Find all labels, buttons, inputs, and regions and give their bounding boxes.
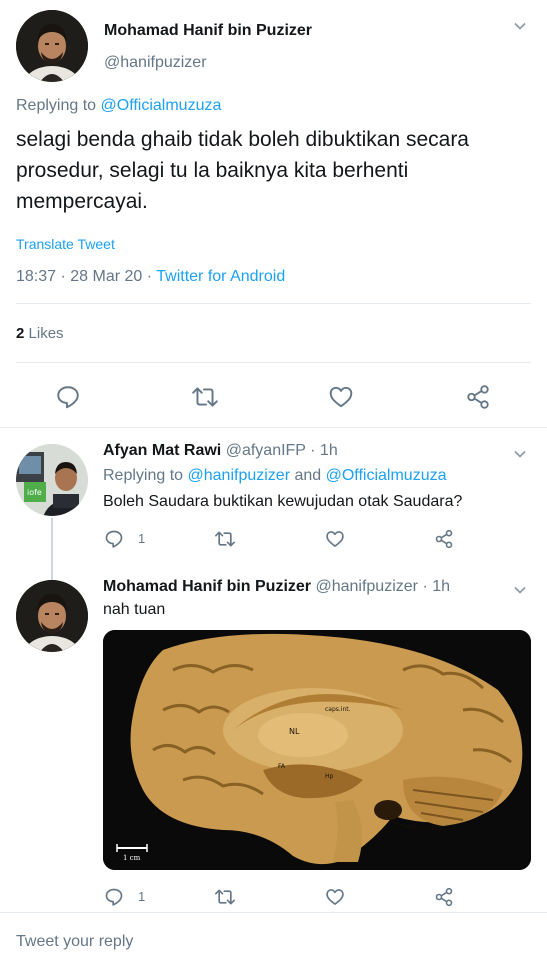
thread-line xyxy=(51,518,53,580)
replying-label: Replying to xyxy=(16,97,101,114)
reply-author-handle[interactable]: @hanifpuzizer xyxy=(315,578,418,595)
reply-compose-bar[interactable]: Tweet your reply xyxy=(0,912,547,960)
tweet-source-link[interactable]: Twitter for Android xyxy=(156,268,285,285)
retweet-icon[interactable] xyxy=(214,887,236,907)
author-avatar[interactable] xyxy=(16,10,88,82)
reply-icon[interactable] xyxy=(104,529,124,549)
tweet-text: selagi benda ghaib tidak boleh dibuktika… xyxy=(16,128,469,213)
header-separator: · xyxy=(310,442,316,459)
label-scale: 1 cm xyxy=(123,854,141,862)
reply-icon[interactable] xyxy=(55,384,81,410)
share-icon[interactable] xyxy=(465,384,491,410)
reply-author-avatar[interactable] xyxy=(16,580,88,652)
likes-label: Likes xyxy=(28,325,64,342)
likes-number: 2 xyxy=(16,325,25,342)
reply-input[interactable]: Tweet your reply xyxy=(16,933,133,951)
replying-to: Replying to @hanifpuzizer and @Officialm… xyxy=(103,467,446,485)
replying-and: and xyxy=(290,467,326,484)
meta-separator: · xyxy=(146,268,153,285)
replying-to: Replying to @Officialmuzuza xyxy=(16,97,221,115)
label-caps-int: caps.int. xyxy=(325,706,351,713)
reply-count: 1 xyxy=(138,531,146,546)
divider xyxy=(16,362,531,363)
tweet-date: 28 Mar 20 xyxy=(70,268,143,285)
brain-image[interactable]: caps.int. NL FA Hp Flocculus 1 cm xyxy=(103,630,531,870)
likes-count[interactable]: 2 Likes xyxy=(16,325,64,342)
heart-icon[interactable] xyxy=(325,887,345,907)
chevron-down-icon[interactable] xyxy=(514,584,526,596)
tweet-time: 18:37 xyxy=(16,268,57,285)
reply-author-avatar[interactable]: iofe xyxy=(16,444,88,516)
header-separator: · xyxy=(422,578,428,595)
reply-text: nah tuan xyxy=(103,601,166,618)
reply-count: 1 xyxy=(138,889,146,904)
tweet-meta: 18:37 · 28 Mar 20 · Twitter for Android xyxy=(16,268,285,286)
label-fa: FA xyxy=(278,763,286,770)
divider xyxy=(16,303,531,304)
reply-author-handle[interactable]: @afyanIFP xyxy=(226,442,306,459)
reply-age[interactable]: 1h xyxy=(432,578,450,595)
retweet-icon[interactable] xyxy=(191,384,219,410)
author-handle[interactable]: @hanifpuzizer xyxy=(104,54,207,72)
heart-icon[interactable] xyxy=(325,529,345,549)
replying-handle-link[interactable]: @hanifpuzizer xyxy=(188,467,291,484)
replying-handle-link[interactable]: @Officialmuzuza xyxy=(326,467,447,484)
meta-separator: · xyxy=(60,268,66,285)
chevron-down-icon[interactable] xyxy=(514,448,526,460)
reply-author-name[interactable]: Afyan Mat Rawi xyxy=(103,442,221,459)
avatar-badge: iofe xyxy=(27,488,42,497)
reply-header: Mohamad Hanif bin Puzizer @hanifpuzizer … xyxy=(103,578,450,596)
label-hp: Hp xyxy=(325,773,334,780)
reply-author-name[interactable]: Mohamad Hanif bin Puzizer xyxy=(103,578,311,595)
heart-icon[interactable] xyxy=(328,384,354,410)
retweet-icon[interactable] xyxy=(214,529,236,549)
reply-icon[interactable] xyxy=(104,887,124,907)
replying-label: Replying to xyxy=(103,467,188,484)
reply-text: Boleh Saudara buktikan kewujudan otak Sa… xyxy=(103,493,463,510)
chevron-down-icon[interactable] xyxy=(514,20,526,32)
reply-age[interactable]: 1h xyxy=(320,442,338,459)
replying-handle-link[interactable]: @Officialmuzuza xyxy=(101,97,222,114)
author-name[interactable]: Mohamad Hanif bin Puzizer xyxy=(104,22,312,40)
translate-tweet-link[interactable]: Translate Tweet xyxy=(16,236,115,252)
label-nl: NL xyxy=(289,727,300,736)
label-flocculus: Flocculus xyxy=(409,824,442,832)
share-icon[interactable] xyxy=(434,887,454,907)
share-icon[interactable] xyxy=(434,529,454,549)
reply-header: Afyan Mat Rawi @afyanIFP · 1h xyxy=(103,442,338,460)
main-tweet: Mohamad Hanif bin Puzizer @hanifpuzizer … xyxy=(0,0,547,428)
